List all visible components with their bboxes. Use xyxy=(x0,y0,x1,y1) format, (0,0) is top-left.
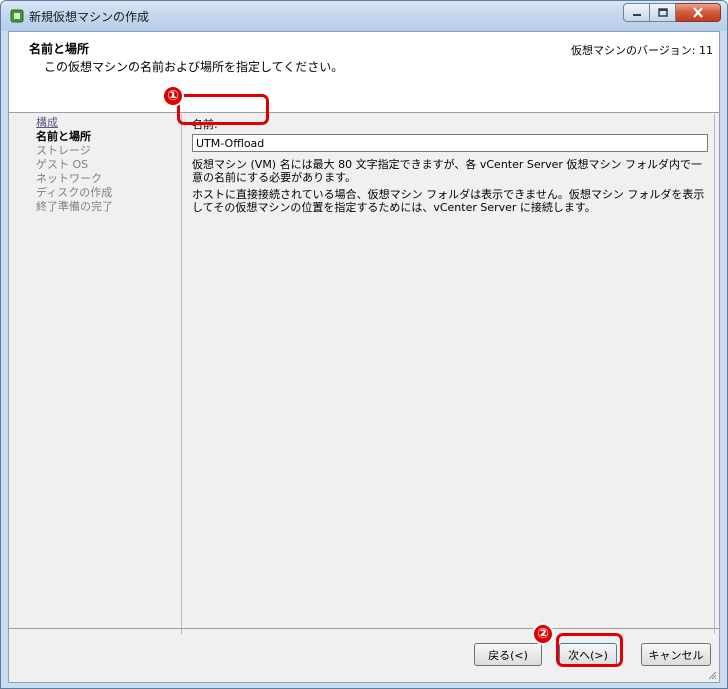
next-button-highlight xyxy=(556,633,623,667)
wizard-steps: 構成 名前と場所 ストレージ ゲスト OS ネットワーク ディスクの作成 終了準… xyxy=(36,116,176,214)
vm-name-input[interactable] xyxy=(192,134,708,152)
minimize-button[interactable] xyxy=(623,3,650,22)
close-button[interactable] xyxy=(676,3,721,22)
step-guest-os: ゲスト OS xyxy=(36,158,89,171)
wizard-client-area: 名前と場所 この仮想マシンの名前および場所を指定してください。 仮想マシンのバー… xyxy=(8,31,720,683)
name-field-highlight xyxy=(177,94,269,125)
window-controls xyxy=(623,3,721,22)
main-panel: 名前: 仮想マシン (VM) 名には最大 80 文字指定できますが、各 vCen… xyxy=(181,114,715,634)
footer-divider xyxy=(9,628,719,629)
step-storage: ストレージ xyxy=(36,144,91,157)
window-title: 新規仮想マシンの作成 xyxy=(29,10,150,24)
step-name-location: 名前と場所 xyxy=(36,130,91,143)
back-button[interactable]: 戻る(<) xyxy=(474,643,542,666)
step-marker-1: ① xyxy=(162,85,184,107)
name-help-text: 仮想マシン (VM) 名には最大 80 文字指定できますが、各 vCenter … xyxy=(192,158,702,184)
step-configuration[interactable]: 構成 xyxy=(36,116,176,130)
maximize-icon xyxy=(657,8,668,17)
step-description: この仮想マシンの名前および場所を指定してください。 xyxy=(44,60,344,74)
step-marker-2: ② xyxy=(532,623,554,645)
folder-help-text: ホストに直接接続されている場合、仮想マシン フォルダは表示できません。仮想マシン… xyxy=(192,188,705,214)
step-network: ネットワーク xyxy=(36,172,102,185)
vm-version: 仮想マシンのバージョン: 11 xyxy=(571,44,713,57)
wizard-window: 新規仮想マシンの作成 名前と場所 この仮想マシンの名前および場所を指定してくださ… xyxy=(0,0,728,689)
close-icon xyxy=(693,7,703,18)
cancel-button[interactable]: キャンセル xyxy=(641,643,711,666)
title-bar[interactable]: 新規仮想マシンの作成 xyxy=(1,1,727,31)
step-ready-to-complete: 終了準備の完了 xyxy=(36,200,113,213)
minimize-icon xyxy=(632,13,641,16)
vm-app-icon xyxy=(10,9,24,23)
step-create-disk: ディスクの作成 xyxy=(36,186,113,199)
wizard-header: 名前と場所 この仮想マシンの名前および場所を指定してください。 仮想マシンのバー… xyxy=(9,32,719,113)
step-title: 名前と場所 xyxy=(29,42,90,56)
maximize-button[interactable] xyxy=(650,3,676,22)
resize-grip-icon[interactable] xyxy=(707,670,717,680)
